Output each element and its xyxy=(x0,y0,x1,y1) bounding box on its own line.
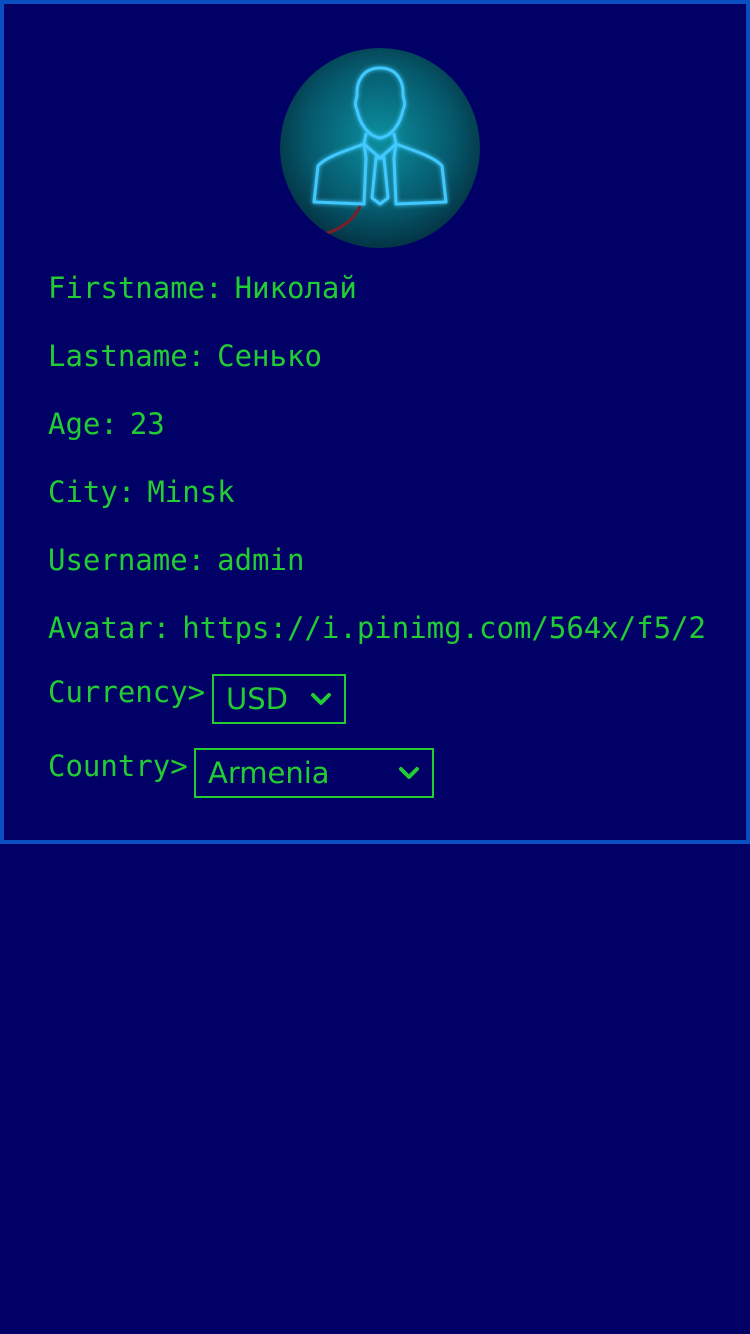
chevron-down-icon xyxy=(398,750,420,796)
age-value: 23 xyxy=(129,407,165,441)
avatar-url-row: Avatar: https://i.pinimg.com/564x/f5/2 xyxy=(48,608,706,648)
age-row: Age: 23 xyxy=(48,404,165,444)
city-value: Minsk xyxy=(147,475,235,509)
city-row: City: Minsk xyxy=(48,472,235,512)
lastname-label: Lastname: xyxy=(48,339,206,373)
currency-select[interactable]: USD xyxy=(212,674,346,724)
avatar-url-value: https://i.pinimg.com/564x/f5/2 xyxy=(182,611,707,645)
avatar-url-label: Avatar: xyxy=(48,611,171,645)
username-value: admin xyxy=(217,543,305,577)
country-select[interactable]: Armenia xyxy=(194,748,434,798)
username-label: Username: xyxy=(48,543,206,577)
lastname-value: Сенько xyxy=(217,339,322,373)
country-selected-value: Armenia xyxy=(208,756,330,790)
lastname-row: Lastname: Сенько xyxy=(48,336,322,376)
chevron-down-icon xyxy=(310,676,332,722)
country-label: Country> xyxy=(48,749,188,783)
currency-label: Currency> xyxy=(48,675,206,709)
username-row: Username: admin xyxy=(48,540,304,580)
profile-card: Firstname: Николай Lastname: Сенько Age: 23… xyxy=(0,0,750,844)
businessman-neon-icon xyxy=(280,48,480,248)
firstname-value: Николай xyxy=(234,271,357,305)
age-label: Age: xyxy=(48,407,118,441)
firstname-label: Firstname: xyxy=(48,271,223,305)
city-label: City: xyxy=(48,475,136,509)
avatar xyxy=(280,48,480,248)
currency-selected-value: USD xyxy=(226,682,288,716)
firstname-row: Firstname: Николай xyxy=(48,268,357,308)
